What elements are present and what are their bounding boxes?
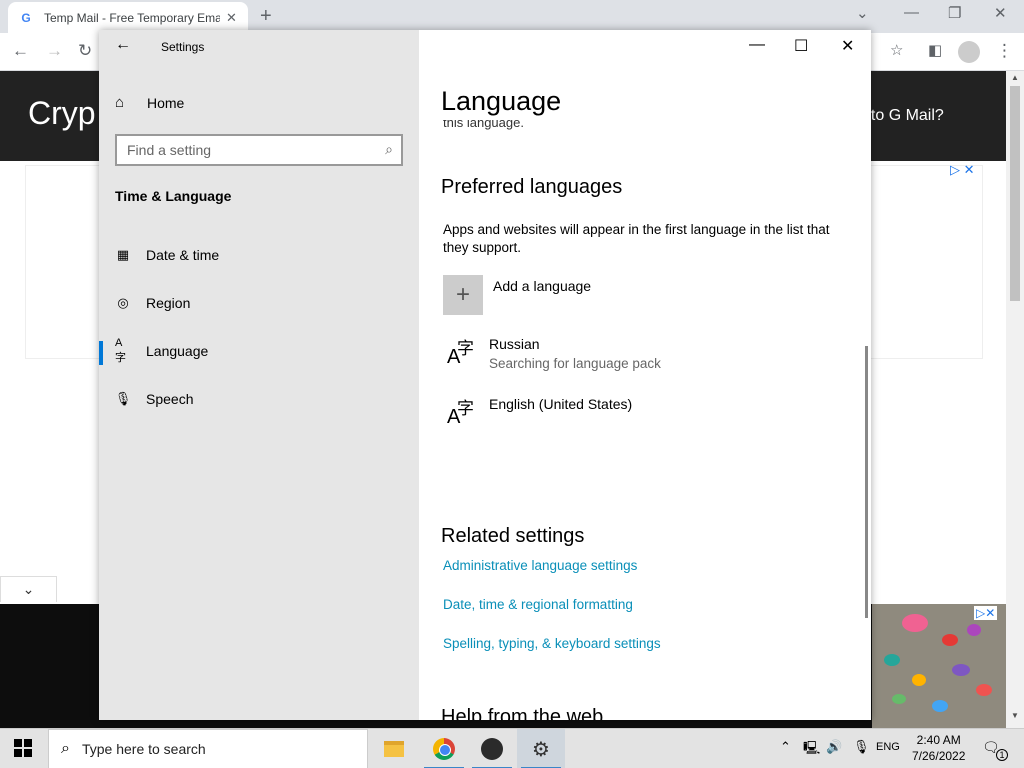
search-icon: ⌕: [385, 141, 393, 157]
keyboard-settings-link[interactable]: Spelling, typing, & keyboard settings: [443, 636, 661, 651]
header-link[interactable]: oto G Mail?: [862, 107, 944, 125]
plus-icon: +: [443, 275, 483, 315]
settings-app[interactable]: ⚙: [517, 729, 565, 768]
home-link[interactable]: ⌂ Home: [115, 94, 184, 111]
side-panel-icon[interactable]: ◧: [928, 41, 942, 59]
language-name: English (United States): [489, 396, 633, 412]
obs-app[interactable]: [468, 729, 516, 768]
browser-tab[interactable]: G Temp Mail - Free Temporary Ema ✕: [8, 2, 248, 33]
language-item-russian[interactable]: A字 Russian Searching for language pack: [445, 336, 661, 371]
browser-tab-strip: G Temp Mail - Free Temporary Ema ✕ + ⌄ —…: [0, 0, 1024, 33]
language-icon: A字: [447, 339, 474, 368]
clock[interactable]: 2:40 AM 7/26/2022: [912, 732, 965, 764]
folder-icon: [384, 741, 404, 757]
scroll-up-icon[interactable]: ▲: [1011, 73, 1019, 82]
language-name: Russian: [489, 336, 540, 352]
language-icon: A字: [115, 337, 126, 364]
preferred-languages-description: Apps and websites will appear in the fir…: [443, 222, 830, 255]
settings-content: — ☐ ✕ Language this language. Preferred …: [419, 30, 871, 720]
restore-icon[interactable]: ❐: [948, 4, 961, 22]
home-icon: ⌂: [115, 94, 125, 111]
settings-window: ← Settings ⌂ Home ⌕ Time & Language ▦ Da…: [99, 30, 871, 720]
minimize-icon[interactable]: —: [749, 36, 765, 54]
tab-search-icon[interactable]: ⌄: [856, 4, 869, 22]
find-setting-input[interactable]: [117, 136, 367, 164]
home-label: Home: [147, 94, 185, 111]
menu-dots-icon[interactable]: ⋮: [996, 41, 1013, 61]
scroll-down-icon[interactable]: ▼: [1011, 711, 1019, 720]
page-title: Language: [441, 86, 562, 116]
nav-item-date-time[interactable]: ▦ Date & time: [99, 235, 419, 275]
forward-icon[interactable]: →: [46, 41, 63, 61]
help-heading: Help from the web: [441, 706, 604, 720]
content-scrollbar[interactable]: [865, 346, 868, 618]
microphone-icon: 🎙: [114, 391, 132, 406]
bookmark-star-icon[interactable]: ☆: [890, 41, 903, 59]
chevron-down-icon[interactable]: ⌄: [0, 576, 57, 602]
clock-time: 2:40 AM: [916, 733, 961, 747]
file-explorer-app[interactable]: [370, 729, 418, 768]
close-icon[interactable]: ✕: [226, 10, 237, 26]
site-logo: Cryp: [28, 95, 96, 131]
obs-icon: [481, 738, 503, 760]
back-arrow-icon[interactable]: ←: [115, 36, 131, 54]
google-icon: G: [21, 10, 31, 25]
preferred-languages-heading: Preferred languages: [441, 176, 623, 198]
taskbar-search-input[interactable]: [81, 741, 342, 757]
browser-tab-title: Temp Mail - Free Temporary Ema: [44, 10, 220, 25]
section-title: Time & Language: [115, 188, 232, 204]
nav-item-label: Region: [146, 295, 191, 311]
ad-close-icon[interactable]: ▷ ✕: [950, 162, 975, 178]
nav-item-language[interactable]: A字 Language: [99, 331, 419, 371]
taskbar-search[interactable]: ⌕: [48, 729, 368, 768]
back-icon[interactable]: ←: [12, 41, 29, 61]
chrome-app[interactable]: [420, 729, 468, 768]
nav-item-label: Date & time: [146, 247, 220, 263]
scroll-thumb[interactable]: [1010, 86, 1020, 301]
candy-ad-close-icon[interactable]: ▷✕: [974, 606, 998, 620]
nav-item-label: Language: [146, 343, 209, 359]
nav-item-label: Speech: [146, 391, 194, 407]
maximize-icon[interactable]: ☐: [794, 36, 808, 56]
tray-chevron-icon[interactable]: ⌃: [780, 739, 791, 755]
calendar-clock-icon: ▦: [116, 247, 130, 262]
candy-ad-image[interactable]: [872, 604, 1006, 730]
volume-icon[interactable]: 🔊: [826, 739, 842, 755]
taskbar: ⌕ ⚙ ⌃ 🖳 🔊 🎙 ENG 2:40 AM 7/26/2022 🗨 1: [0, 728, 1024, 768]
profile-avatar[interactable]: [958, 41, 980, 63]
clock-date: 7/26/2022: [912, 749, 966, 763]
search-icon: ⌕: [61, 740, 70, 757]
close-window-icon[interactable]: ✕: [994, 4, 1007, 22]
language-status: Searching for language pack: [489, 356, 661, 371]
window-title: Settings: [161, 40, 205, 54]
input-language[interactable]: ENG: [876, 741, 900, 753]
add-language-label: Add a language: [493, 278, 592, 294]
nav-item-speech[interactable]: 🎙 Speech: [99, 379, 419, 419]
close-icon[interactable]: ✕: [841, 36, 854, 56]
windows-start-icon[interactable]: [14, 739, 32, 757]
settings-sidebar: ← Settings ⌂ Home ⌕ Time & Language ▦ Da…: [99, 30, 419, 720]
admin-language-link[interactable]: Administrative language settings: [443, 558, 637, 573]
add-language-button[interactable]: + Add a language: [443, 275, 591, 315]
new-tab-icon[interactable]: +: [260, 5, 272, 28]
gear-icon: ⚙: [532, 738, 550, 761]
language-item-english[interactable]: A字 English (United States): [445, 396, 632, 430]
microphone-tray-icon[interactable]: 🎙: [853, 739, 870, 755]
chrome-icon: [433, 738, 455, 760]
nav-item-region[interactable]: ◎ Region: [99, 283, 419, 323]
regional-formatting-link[interactable]: Date, time & regional formatting: [443, 597, 633, 612]
page-scrollbar[interactable]: ▲ ▼: [1006, 71, 1024, 731]
notification-count: 1: [996, 749, 1008, 761]
related-settings-heading: Related settings: [441, 525, 585, 547]
find-setting-box[interactable]: ⌕: [115, 134, 403, 166]
reload-icon[interactable]: ↻: [78, 41, 92, 61]
cutoff-text: this language.: [443, 120, 524, 130]
network-icon[interactable]: 🖳: [803, 739, 820, 761]
globe-icon: ◎: [117, 295, 129, 310]
minimize-icon[interactable]: —: [904, 4, 919, 21]
language-icon: A字: [447, 399, 474, 428]
